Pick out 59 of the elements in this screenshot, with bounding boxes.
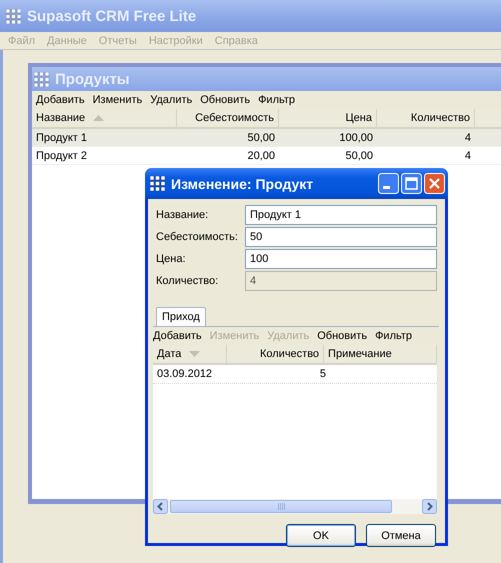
window-title: Продукты [55,70,130,88]
table-cell-text: Продукт 2 [35,150,88,162]
toolbar-button[interactable]: Фильтр [258,94,296,106]
column-label: Цена [346,112,372,124]
input-field[interactable]: Продукт 1 [245,205,437,225]
dialog-button[interactable]: OK [286,524,356,547]
column-label: Примечание [328,348,392,360]
input-field[interactable]: 4 [245,271,437,291]
toolbar-button[interactable]: Обновить [317,330,368,342]
column-header[interactable]: Себестоимость [177,109,279,127]
column-label: Количество [410,112,470,124]
window-title: Supasoft CRM Free Lite [27,8,196,24]
column-header[interactable]: Цена [279,109,377,127]
toolbar-button[interactable]: Изменить [92,94,142,106]
table-cell-text: 4 [464,132,472,144]
field-label: Себестоимость: [156,231,239,243]
column-label: Себестоимость [195,112,274,124]
grid-icon [150,176,165,191]
toolbar-button[interactable]: Обновить [200,94,250,106]
scroll-left-icon[interactable] [153,499,168,514]
column-label: Количество [260,348,320,360]
table-cell-text: 03.09.2012 [156,368,214,380]
table-cell-text: 5 [318,368,327,380]
toolbar-button[interactable]: Фильтр [375,330,412,342]
table-cell-text: 50,00 [344,150,374,162]
scroll-thumb[interactable] [170,500,392,513]
table-row[interactable]: 03.09.2012 5 [153,365,437,384]
table-cell-text: Продукт 1 [35,132,88,144]
column-header[interactable]: Название [32,109,177,127]
column-header[interactable]: Примечание [324,345,437,363]
tab[interactable]: Приход [156,307,206,326]
input-field[interactable]: 50 [245,227,437,247]
column-header[interactable]: Дата [153,345,228,363]
column-label: Дата [157,348,182,360]
table-row[interactable]: Продукт 2 20,00 50,00 4 [32,147,501,165]
column-label: Название [36,112,86,124]
horizontal-scrollbar[interactable] [153,499,437,514]
field-label: Цена: [156,253,187,265]
dialog-title: Изменение: Продукт [171,176,314,192]
table-cell-text: 20,00 [246,150,276,162]
column-header[interactable]: Количество [377,109,475,127]
maximize-button[interactable] [401,173,422,194]
dialog-button[interactable]: Отмена [366,524,436,547]
toolbar-button[interactable]: Добавить [153,330,202,342]
column-header[interactable]: Количество [227,345,324,363]
close-button[interactable] [424,173,445,194]
field-label: Название: [156,209,210,221]
field-label: Количество: [156,275,220,287]
minimize-button[interactable] [378,173,399,194]
scroll-right-icon[interactable] [422,499,437,514]
table-cell-text: 4 [464,150,472,162]
grid-icon [6,8,21,24]
grid-icon [34,72,49,86]
table-row[interactable]: Продукт 1 50,00 100,00 4 [32,129,501,147]
toolbar-button[interactable]: Добавить [36,94,85,106]
toolbar-button[interactable]: Удалить [150,94,192,106]
table-cell-text: 100,00 [338,132,374,144]
table-cell-text: 50,00 [246,132,276,144]
input-field[interactable]: 100 [245,249,437,269]
